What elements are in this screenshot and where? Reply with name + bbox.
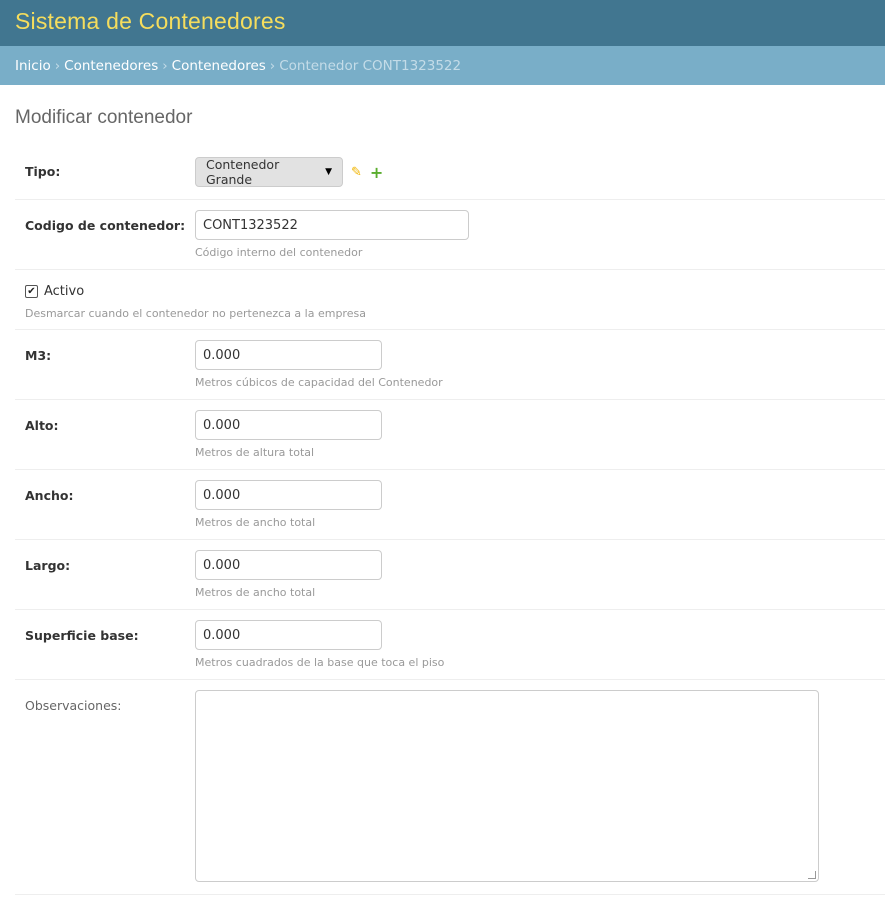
change-form: Tipo: Contenedor Grande ▼ ✎ + Codigo de … xyxy=(15,145,885,895)
tipo-selected-value: Contenedor Grande xyxy=(206,157,280,187)
superficie-help: Metros cuadrados de la base que toca el … xyxy=(195,656,445,669)
form-row-largo: Largo: 0.000 Metros de ancho total xyxy=(15,540,885,610)
breadcrumb-model-link[interactable]: Contenedores xyxy=(172,58,266,74)
superficie-field: 0.000 Metros cuadrados de la base que to… xyxy=(195,620,444,669)
codigo-label: Codigo de contenedor: xyxy=(25,218,186,233)
superficie-label: Superficie base: xyxy=(25,628,139,643)
activo-label[interactable]: Activo xyxy=(44,284,84,299)
form-row-codigo: Codigo de contenedor: CONT1323522 Código… xyxy=(15,200,885,270)
ancho-label: Ancho: xyxy=(25,488,74,503)
activo-checkbox[interactable]: ✔ xyxy=(25,285,38,298)
main-content: Modificar contenedor Tipo: Contenedor Gr… xyxy=(0,107,885,895)
breadcrumb-home-link[interactable]: Inicio xyxy=(15,58,51,74)
observaciones-textarea[interactable] xyxy=(195,690,819,882)
form-row-ancho: Ancho: 0.000 Metros de ancho total xyxy=(15,470,885,540)
largo-field: 0.000 Metros de ancho total xyxy=(195,550,382,599)
resize-handle[interactable] xyxy=(808,871,816,879)
alto-help: Metros de altura total xyxy=(195,446,315,459)
form-row-tipo: Tipo: Contenedor Grande ▼ ✎ + xyxy=(15,145,885,200)
activo-help: Desmarcar cuando el contenedor no perten… xyxy=(25,307,366,320)
largo-help: Metros de ancho total xyxy=(195,586,316,599)
form-row-observaciones: Observaciones: xyxy=(15,680,885,895)
m3-field: 0.000 Metros cúbicos de capacidad del Co… xyxy=(195,340,443,389)
activo-line: ✔ Activo xyxy=(25,284,84,299)
form-row-superficie: Superficie base: 0.000 Metros cuadrados … xyxy=(15,610,885,680)
ancho-field: 0.000 Metros de ancho total xyxy=(195,480,382,529)
m3-input[interactable]: 0.000 xyxy=(195,340,382,370)
page-title: Modificar contenedor xyxy=(15,107,193,128)
form-row-m3: M3: 0.000 Metros cúbicos de capacidad de… xyxy=(15,330,885,400)
m3-help: Metros cúbicos de capacidad del Contened… xyxy=(195,376,443,389)
plus-icon[interactable]: + xyxy=(370,163,383,182)
breadcrumb: Inicio › Contenedores › Contenedores › C… xyxy=(0,46,885,85)
tipo-field: Contenedor Grande ▼ ✎ + xyxy=(195,157,383,187)
tipo-select[interactable]: Contenedor Grande ▼ xyxy=(195,157,343,187)
form-row-alto: Alto: 0.000 Metros de altura total xyxy=(15,400,885,470)
site-header: Sistema de Contenedores xyxy=(0,0,885,46)
codigo-help: Código interno del contenedor xyxy=(195,246,363,259)
alto-label: Alto: xyxy=(25,418,59,433)
breadcrumb-separator: › xyxy=(54,57,61,74)
observaciones-label: Observaciones: xyxy=(25,698,122,713)
alto-field: 0.000 Metros de altura total xyxy=(195,410,382,459)
breadcrumb-separator: › xyxy=(162,57,168,74)
pencil-icon[interactable]: ✎ xyxy=(351,165,362,180)
largo-input[interactable]: 0.000 xyxy=(195,550,382,580)
m3-label: M3: xyxy=(25,348,52,363)
superficie-input[interactable]: 0.000 xyxy=(195,620,382,650)
largo-label: Largo: xyxy=(25,558,71,573)
breadcrumb-current: Contenedor CONT1323522 xyxy=(279,57,462,74)
codigo-field: CONT1323522 Código interno del contenedo… xyxy=(195,210,469,259)
ancho-input[interactable]: 0.000 xyxy=(195,480,382,510)
form-row-activo: ✔ Activo Desmarcar cuando el contenedor … xyxy=(15,270,885,330)
site-title[interactable]: Sistema de Contenedores xyxy=(15,8,286,35)
ancho-help: Metros de ancho total xyxy=(195,516,316,529)
alto-input[interactable]: 0.000 xyxy=(195,410,382,440)
codigo-input[interactable]: CONT1323522 xyxy=(195,210,469,240)
breadcrumb-separator: › xyxy=(269,57,276,74)
tipo-label: Tipo: xyxy=(25,164,61,179)
caret-down-icon: ▼ xyxy=(325,167,332,177)
breadcrumb-app-link[interactable]: Contenedores xyxy=(64,58,158,74)
